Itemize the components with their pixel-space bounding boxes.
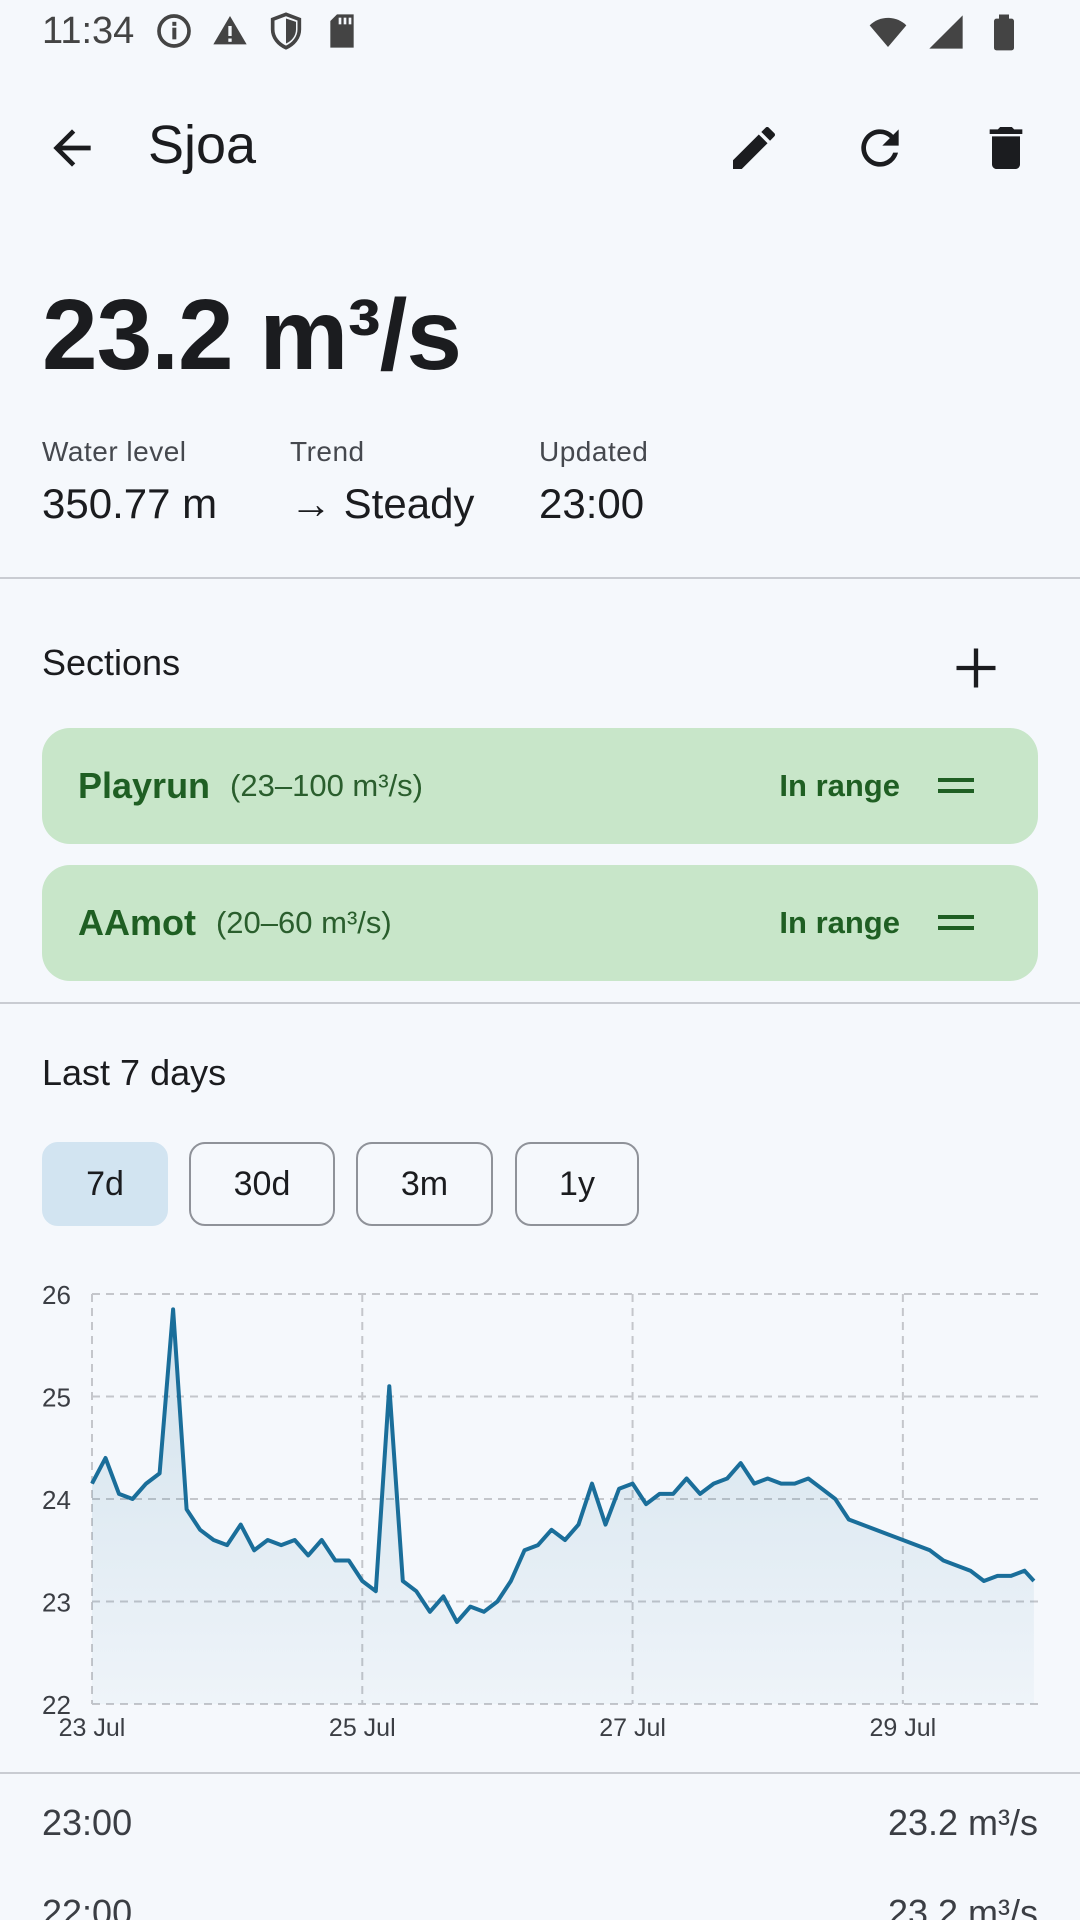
current-flow-value: 23.2 m³/s	[42, 279, 462, 391]
x-tick-label: 27 Jul	[599, 1714, 666, 1742]
stat-trend: Trend → Steady	[290, 436, 474, 528]
section-card-aamot[interactable]: AAmot (20–60 m³/s) In range	[42, 865, 1038, 981]
stat-value: 23:00	[539, 480, 645, 527]
status-time: 11:34	[42, 9, 135, 52]
signal-icon	[929, 15, 963, 49]
page-title: Sjoa	[148, 115, 257, 175]
reading-time: 22:00	[42, 1892, 133, 1920]
plus-icon[interactable]	[950, 642, 1002, 694]
period-chip-1y[interactable]: 1y	[515, 1142, 639, 1226]
x-tick-label: 23 Jul	[59, 1714, 126, 1742]
refresh-icon[interactable]	[852, 120, 908, 176]
reading-row: 23:00 23.2 m³/s	[42, 1802, 1038, 1848]
section-card-playrun[interactable]: Playrun (23–100 m³/s) In range	[42, 728, 1038, 844]
x-tick-label: 25 Jul	[329, 1714, 396, 1742]
y-tick-label: 23	[42, 1588, 71, 1618]
section-status: In range	[779, 768, 900, 803]
section-range: (23–100 m³/s)	[230, 768, 424, 803]
shield-icon	[271, 12, 302, 50]
drag-handle-icon[interactable]	[938, 772, 974, 800]
status-bar: 11:34	[0, 0, 1080, 62]
stat-value: → Steady	[290, 480, 475, 527]
edit-icon[interactable]	[726, 120, 782, 176]
x-tick-label: 29 Jul	[869, 1714, 936, 1742]
y-tick-label: 24	[42, 1485, 71, 1515]
warning-icon	[213, 16, 247, 45]
reading-value: 23.2 m³/s	[887, 1892, 1038, 1920]
arrow-back-icon[interactable]	[44, 120, 100, 176]
stat-value: 350.77 m	[42, 480, 218, 527]
flow-area	[92, 1309, 1034, 1704]
stat-water-level: Water level 350.77 m	[42, 436, 217, 528]
drag-handle-icon[interactable]	[938, 909, 974, 937]
y-tick-label: 25	[42, 1383, 71, 1413]
period-chip-30d[interactable]: 30d	[189, 1142, 335, 1226]
delete-icon[interactable]	[978, 120, 1034, 176]
divider	[0, 577, 1080, 579]
stat-updated: Updated 23:00	[539, 436, 648, 528]
section-range: (20–60 m³/s)	[215, 905, 392, 940]
sd-card-icon	[330, 14, 354, 48]
wifi-icon	[869, 17, 907, 47]
stat-label: Trend	[290, 436, 365, 467]
y-tick-label: 26	[42, 1280, 71, 1310]
section-status: In range	[779, 905, 900, 940]
reading-row: 22:00 23.2 m³/s	[42, 1892, 1038, 1920]
period-chip-3m[interactable]: 3m	[356, 1142, 493, 1226]
reading-value: 23.2 m³/s	[887, 1802, 1038, 1843]
section-name: Playrun	[78, 765, 211, 806]
chart-title: Last 7 days	[42, 1052, 227, 1093]
app-bar: Sjoa	[0, 100, 1080, 196]
section-name: AAmot	[78, 902, 196, 943]
divider	[0, 1002, 1080, 1004]
stat-label: Updated	[539, 436, 649, 467]
period-chip-7d[interactable]: 7d	[42, 1142, 168, 1226]
battery-icon	[994, 14, 1014, 51]
reading-time: 23:00	[42, 1802, 133, 1843]
divider	[0, 1772, 1080, 1774]
stat-label: Water level	[42, 436, 187, 467]
sections-heading: Sections	[42, 642, 181, 683]
flow-chart: 222324252623 Jul 25 Jul 27 Jul 29 Jul	[42, 1280, 1038, 1742]
info-icon	[157, 14, 192, 48]
